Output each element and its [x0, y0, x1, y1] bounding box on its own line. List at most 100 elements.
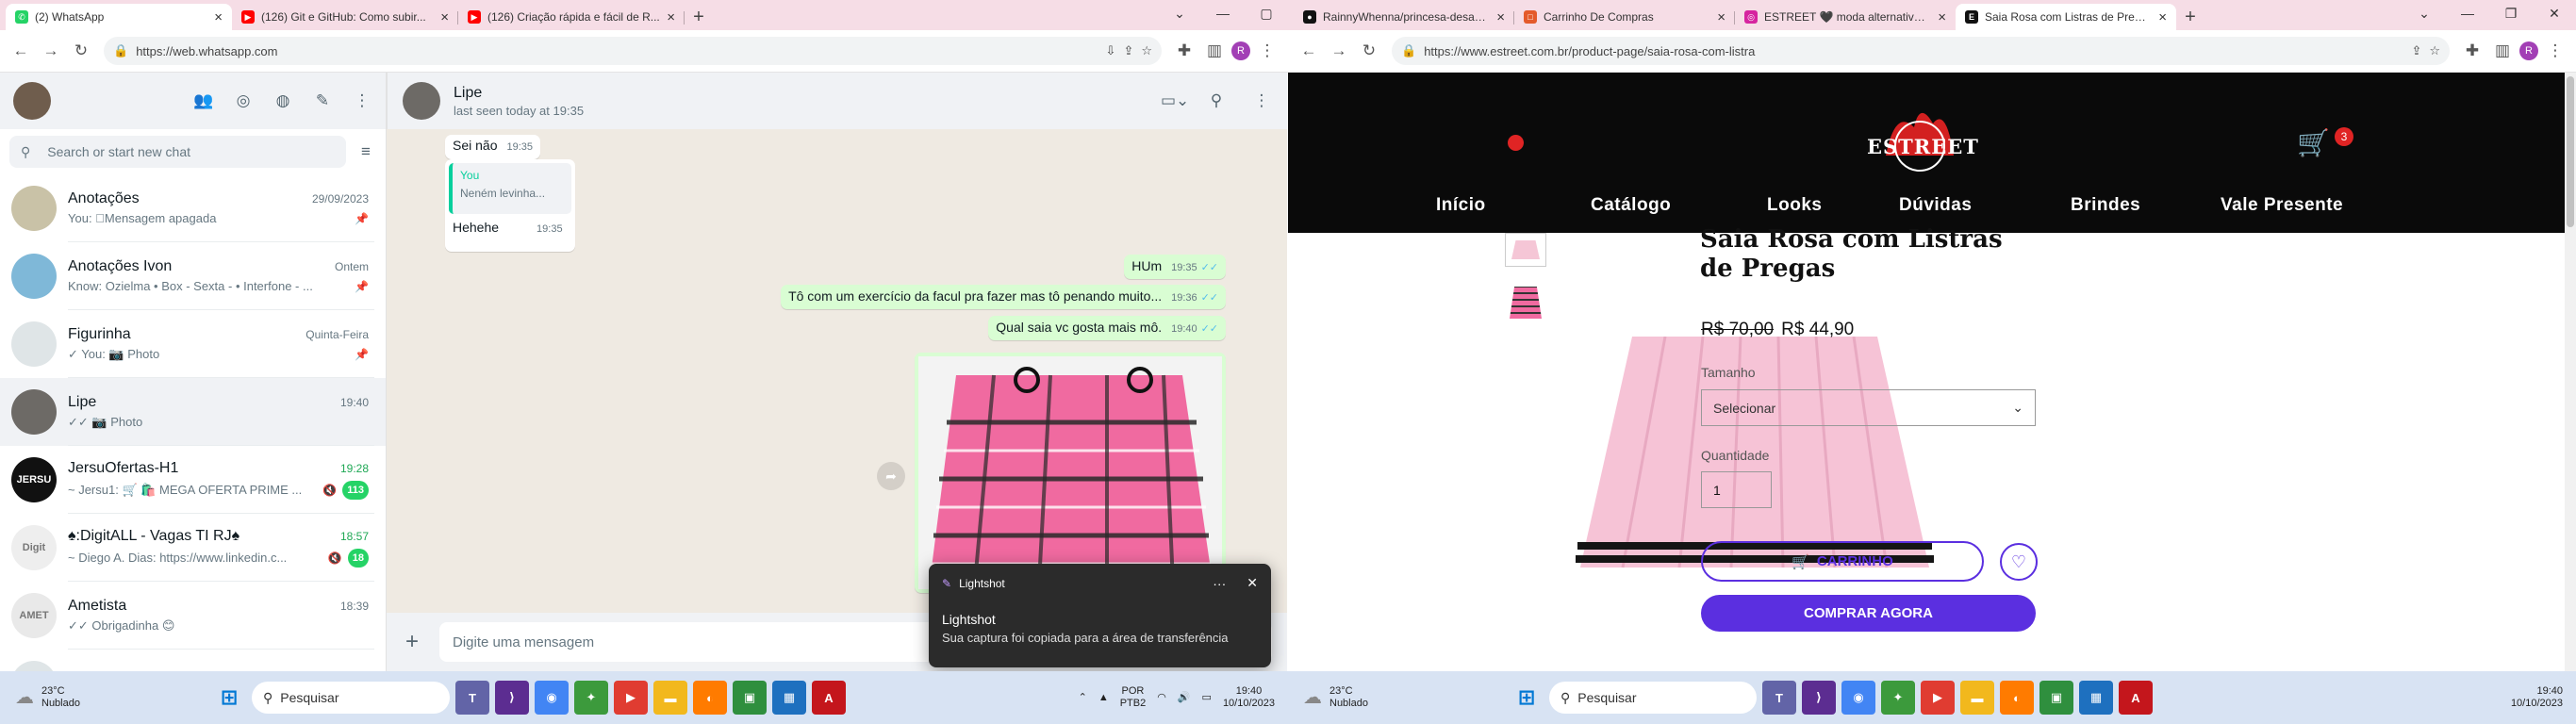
chevron-up-icon[interactable]: ⌃: [1079, 692, 1087, 704]
chat-list-item[interactable]: +55 11 98363-675918:39: [0, 650, 386, 671]
minimize-icon[interactable]: —: [1201, 0, 1245, 26]
vscode-icon[interactable]: ⟩: [494, 681, 529, 715]
tab-close-icon[interactable]: ×: [2158, 10, 2167, 25]
chat-list-item[interactable]: JERSU JersuOfertas-H1 19:28 ~ Jersu1: 🛒 🛍️ …: [0, 446, 386, 514]
add-to-cart-button[interactable]: 🛒 CARRINHO: [1701, 541, 1984, 582]
menu-icon[interactable]: ⋮: [1251, 91, 1272, 110]
menu-kebab-icon[interactable]: ⋮: [1254, 38, 1280, 64]
page-scrollbar[interactable]: [2565, 73, 2576, 671]
message-out[interactable]: HUm 19:35 ✓✓: [1124, 255, 1226, 279]
wa-search-input[interactable]: ⚲ Search or start new chat: [9, 136, 346, 168]
tab-close-icon[interactable]: ×: [1717, 10, 1726, 25]
menu-kebab-icon[interactable]: ⋮: [2542, 38, 2568, 64]
back-icon[interactable]: ←: [1296, 38, 1322, 64]
clock[interactable]: 19:40 10/10/2023: [2511, 685, 2563, 710]
file-explorer-icon[interactable]: ▬: [1959, 681, 1994, 715]
tab-search-icon[interactable]: ⌄: [1158, 0, 1201, 26]
nav-link[interactable]: Catálogo: [1591, 195, 1671, 216]
wifi-icon[interactable]: ◠: [1157, 692, 1166, 704]
right-tab[interactable]: ● RainnyWhenna/princesa-desast... ×: [1294, 4, 1514, 30]
pdf-icon[interactable]: A: [811, 681, 846, 715]
install-icon[interactable]: ⇩: [1106, 43, 1116, 58]
my-avatar[interactable]: [13, 82, 51, 120]
conversation-header[interactable]: Lipe last seen today at 19:35 ▭⌄ ⚲ ⋮: [387, 73, 1287, 129]
message-in-with-quote[interactable]: You Neném levinha... Hehehe 19:35: [445, 159, 575, 252]
restore-icon[interactable]: ❐: [2489, 0, 2533, 26]
extensions-icon[interactable]: ✚: [1171, 38, 1197, 64]
chat-list-item[interactable]: Digit ♠:DigitALL - Vagas TI RJ♠ 18:57 ~ Die…: [0, 514, 386, 582]
new-chat-icon[interactable]: ✎: [312, 91, 333, 110]
app-icon[interactable]: ▦: [2078, 681, 2113, 715]
weather-widget[interactable]: ☁ 23°C Nublado: [15, 685, 80, 710]
tab-close-icon[interactable]: ×: [1496, 10, 1505, 25]
windows-start-icon[interactable]: ⊞: [212, 681, 246, 715]
app-icon[interactable]: ▣: [2039, 681, 2073, 715]
profile-avatar[interactable]: R: [2519, 41, 2538, 60]
app-icon[interactable]: ✦: [573, 681, 608, 715]
photo-message[interactable]: [915, 353, 1226, 593]
quantity-input[interactable]: 1: [1701, 471, 1772, 508]
channels-icon[interactable]: ◍: [272, 91, 293, 110]
share-icon[interactable]: ⇪: [2411, 43, 2421, 58]
battery-icon[interactable]: ▭: [1202, 692, 1212, 704]
wishlist-heart-icon[interactable]: ♡: [2000, 543, 2038, 581]
teams-icon[interactable]: T: [1761, 681, 1796, 715]
bookmark-star-icon[interactable]: ☆: [2429, 43, 2440, 58]
pdf-icon[interactable]: A: [2118, 681, 2153, 715]
status-icon[interactable]: ◎: [233, 91, 254, 110]
message-out[interactable]: Qual saia vc gosta mais mô. 19:40 ✓✓: [988, 316, 1226, 340]
tab-close-icon[interactable]: ×: [440, 10, 449, 25]
reload-icon[interactable]: ↻: [68, 38, 94, 64]
sidepanel-icon[interactable]: ▥: [1201, 38, 1228, 64]
message-out[interactable]: Tô com um exercício da facul pra fazer m…: [781, 285, 1226, 309]
forward-icon[interactable]: ➦: [877, 462, 905, 490]
video-call-icon[interactable]: ▭⌄: [1161, 91, 1189, 110]
language-indicator[interactable]: POR PTB2: [1120, 685, 1147, 710]
filter-icon[interactable]: ≡: [355, 142, 376, 161]
volume-icon[interactable]: 🔊: [1178, 692, 1191, 704]
chat-list-item[interactable]: Anotações Ivon Ontem Know: Ozielma • Box -…: [0, 242, 386, 310]
back-icon[interactable]: ←: [8, 38, 34, 64]
quoted-message[interactable]: You Neném levinha...: [449, 163, 571, 214]
message-in[interactable]: Sei não 19:35: [445, 135, 541, 159]
vscode-icon[interactable]: ⟩: [1801, 681, 1836, 715]
app-icon[interactable]: ◐: [692, 681, 727, 715]
clock[interactable]: 19:40 10/10/2023: [1223, 685, 1275, 710]
app-tray-icon[interactable]: ▲: [1098, 692, 1109, 704]
left-tab[interactable]: ▶ (126) Criação rápida e fácil de R... ×: [458, 4, 685, 30]
nav-link[interactable]: Brindes: [2071, 195, 2140, 216]
close-icon[interactable]: ✕: [2533, 0, 2576, 26]
tab-search-icon[interactable]: ⌄: [2403, 0, 2446, 26]
file-explorer-icon[interactable]: ▬: [652, 681, 687, 715]
nav-link[interactable]: Vale Presente: [2221, 195, 2343, 216]
app-icon[interactable]: ◐: [1999, 681, 2034, 715]
nav-link[interactable]: Início: [1436, 195, 1486, 216]
thumbnail-1[interactable]: [1505, 233, 1546, 267]
windows-start-icon[interactable]: ⊞: [1510, 681, 1544, 715]
right-tab[interactable]: ◎ ESTREET 🖤 moda alternativa e... ×: [1735, 4, 1956, 30]
chat-list-item[interactable]: Figurinha Quinta-Feira ✓ You: 📷 Photo 📌: [0, 310, 386, 378]
forward-icon[interactable]: →: [38, 38, 64, 64]
app-icon[interactable]: ▦: [771, 681, 806, 715]
size-select[interactable]: Selecionar ⌄: [1701, 389, 2036, 426]
communities-icon[interactable]: 👥: [193, 91, 214, 110]
tab-close-icon[interactable]: ×: [1938, 10, 1946, 25]
reload-icon[interactable]: ↻: [1356, 38, 1382, 64]
minimize-icon[interactable]: —: [2446, 0, 2489, 26]
attach-plus-icon[interactable]: +: [402, 629, 422, 655]
sidepanel-icon[interactable]: ▥: [2489, 38, 2516, 64]
cart-icon[interactable]: 🛒: [2297, 127, 2330, 158]
teams-icon[interactable]: T: [454, 681, 489, 715]
chrome-icon[interactable]: ◉: [534, 681, 569, 715]
app-icon[interactable]: ▶: [1920, 681, 1955, 715]
right-tab[interactable]: E Saia Rosa com Listras de Pregas ×: [1956, 4, 2176, 30]
thumbnail-2[interactable]: [1505, 280, 1546, 325]
account-icon[interactable]: [1508, 135, 1524, 151]
right-tab[interactable]: □ Carrinho De Compras ×: [1514, 4, 1735, 30]
tab-close-icon[interactable]: ×: [214, 10, 223, 25]
chat-list-item[interactable]: Lipe 19:40 ✓✓ 📷 Photo: [0, 378, 386, 446]
app-icon[interactable]: ▣: [732, 681, 767, 715]
menu-icon[interactable]: ⋮: [352, 91, 372, 110]
chat-list-item[interactable]: AMET Ametista 18:39 ✓✓ Obrigadinha 😊: [0, 582, 386, 650]
search-icon[interactable]: ⚲: [1206, 91, 1227, 110]
